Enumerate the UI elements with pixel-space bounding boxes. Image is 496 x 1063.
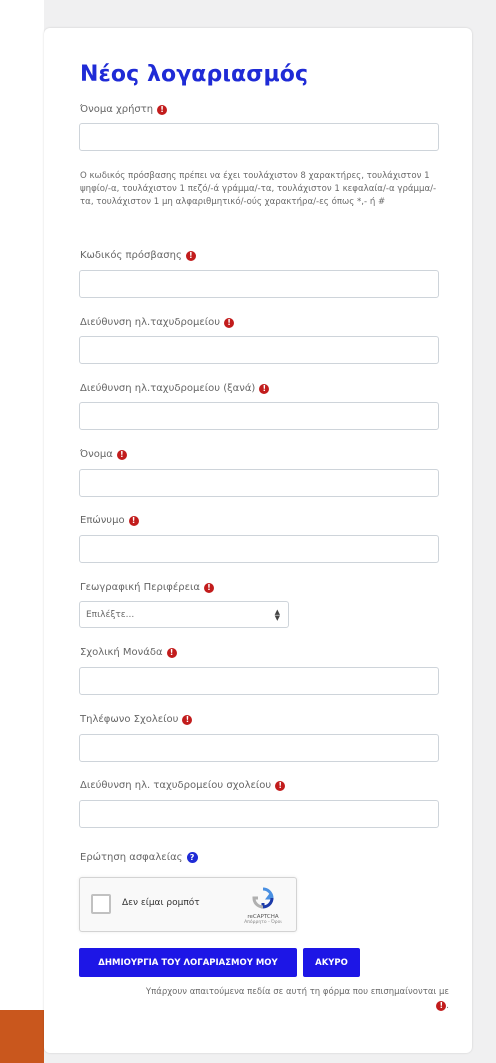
create-account-button[interactable]: ΔΗΜΙΟΥΡΓΙΑ ΤΟΥ ΛΟΓΑΡΙΑΣΜΟΥ ΜΟΥ xyxy=(79,948,297,977)
required-icon: ! xyxy=(182,714,193,725)
required-icon: ! xyxy=(204,582,214,593)
signup-card: Νέος λογαριασμός Όνομα χρήστη ! Ο κωδικό… xyxy=(44,28,472,1053)
cancel-button[interactable]: ΑΚΥΡΟ xyxy=(303,948,360,977)
password-input[interactable] xyxy=(79,270,439,298)
required-icon: ! xyxy=(157,104,168,115)
region-select[interactable]: Επιλέξτε... ▲ ▼ xyxy=(79,601,289,628)
school-unit-label: Σχολική Μονάδα ! xyxy=(80,647,177,658)
region-label: Γεωγραφική Περιφέρεια ! xyxy=(80,582,214,593)
school-unit-input[interactable] xyxy=(79,667,439,695)
required-icon: ! xyxy=(166,647,177,658)
select-arrows-icon: ▲ ▼ xyxy=(274,607,280,622)
email-again-input[interactable] xyxy=(79,402,439,430)
required-icon: ! xyxy=(436,1001,447,1011)
help-icon[interactable]: ? xyxy=(186,852,198,863)
recaptcha-links[interactable]: Απόρρητο - Όροι xyxy=(238,920,288,925)
email-again-label: Διεύθυνση ηλ.ταχυδρομείου (ξανά) ! xyxy=(80,383,270,394)
school-email-label: Διεύθυνση ηλ. ταχυδρομείου σχολείου ! xyxy=(80,780,286,791)
required-fields-note: Υπάρχουν απαιτούμενα πεδία σε αυτή τη φό… xyxy=(145,987,449,1011)
security-question-label: Ερώτηση ασφαλείας ? xyxy=(80,852,198,863)
last-name-label: Επώνυμο ! xyxy=(80,515,139,526)
accent-block xyxy=(0,1010,44,1063)
recaptcha-label: Δεν είμαι ρομπότ xyxy=(122,898,200,908)
required-icon: ! xyxy=(128,515,139,526)
school-phone-input[interactable] xyxy=(79,734,439,762)
page-title: Νέος λογαριασμός xyxy=(80,62,309,87)
password-hint: Ο κωδικός πρόσβασης πρέπει να έχει τουλά… xyxy=(80,171,437,207)
required-icon: ! xyxy=(116,449,127,460)
email-label: Διεύθυνση ηλ.ταχυδρομείου ! xyxy=(80,317,235,328)
required-icon: ! xyxy=(224,317,235,328)
first-name-label: Όνομα ! xyxy=(80,449,127,460)
left-panel xyxy=(0,0,44,1063)
recaptcha-widget: Δεν είμαι ρομπότ reCAPTCHA Απόρρητο - Όρ… xyxy=(79,877,297,932)
email-input[interactable] xyxy=(79,336,439,364)
recaptcha-logo: reCAPTCHA Απόρρητο - Όροι xyxy=(238,886,288,925)
required-icon: ! xyxy=(275,780,286,791)
recaptcha-checkbox[interactable] xyxy=(91,894,111,914)
username-label: Όνομα χρήστη ! xyxy=(80,104,168,115)
username-input[interactable] xyxy=(79,123,439,151)
last-name-input[interactable] xyxy=(79,535,439,563)
required-icon: ! xyxy=(185,250,196,261)
school-phone-label: Τηλέφωνο Σχολείου ! xyxy=(80,714,193,725)
required-icon: ! xyxy=(259,383,270,394)
first-name-input[interactable] xyxy=(79,469,439,497)
recaptcha-icon xyxy=(252,887,274,909)
school-email-input[interactable] xyxy=(79,800,439,828)
password-label: Κωδικός πρόσβασης ! xyxy=(80,250,196,261)
